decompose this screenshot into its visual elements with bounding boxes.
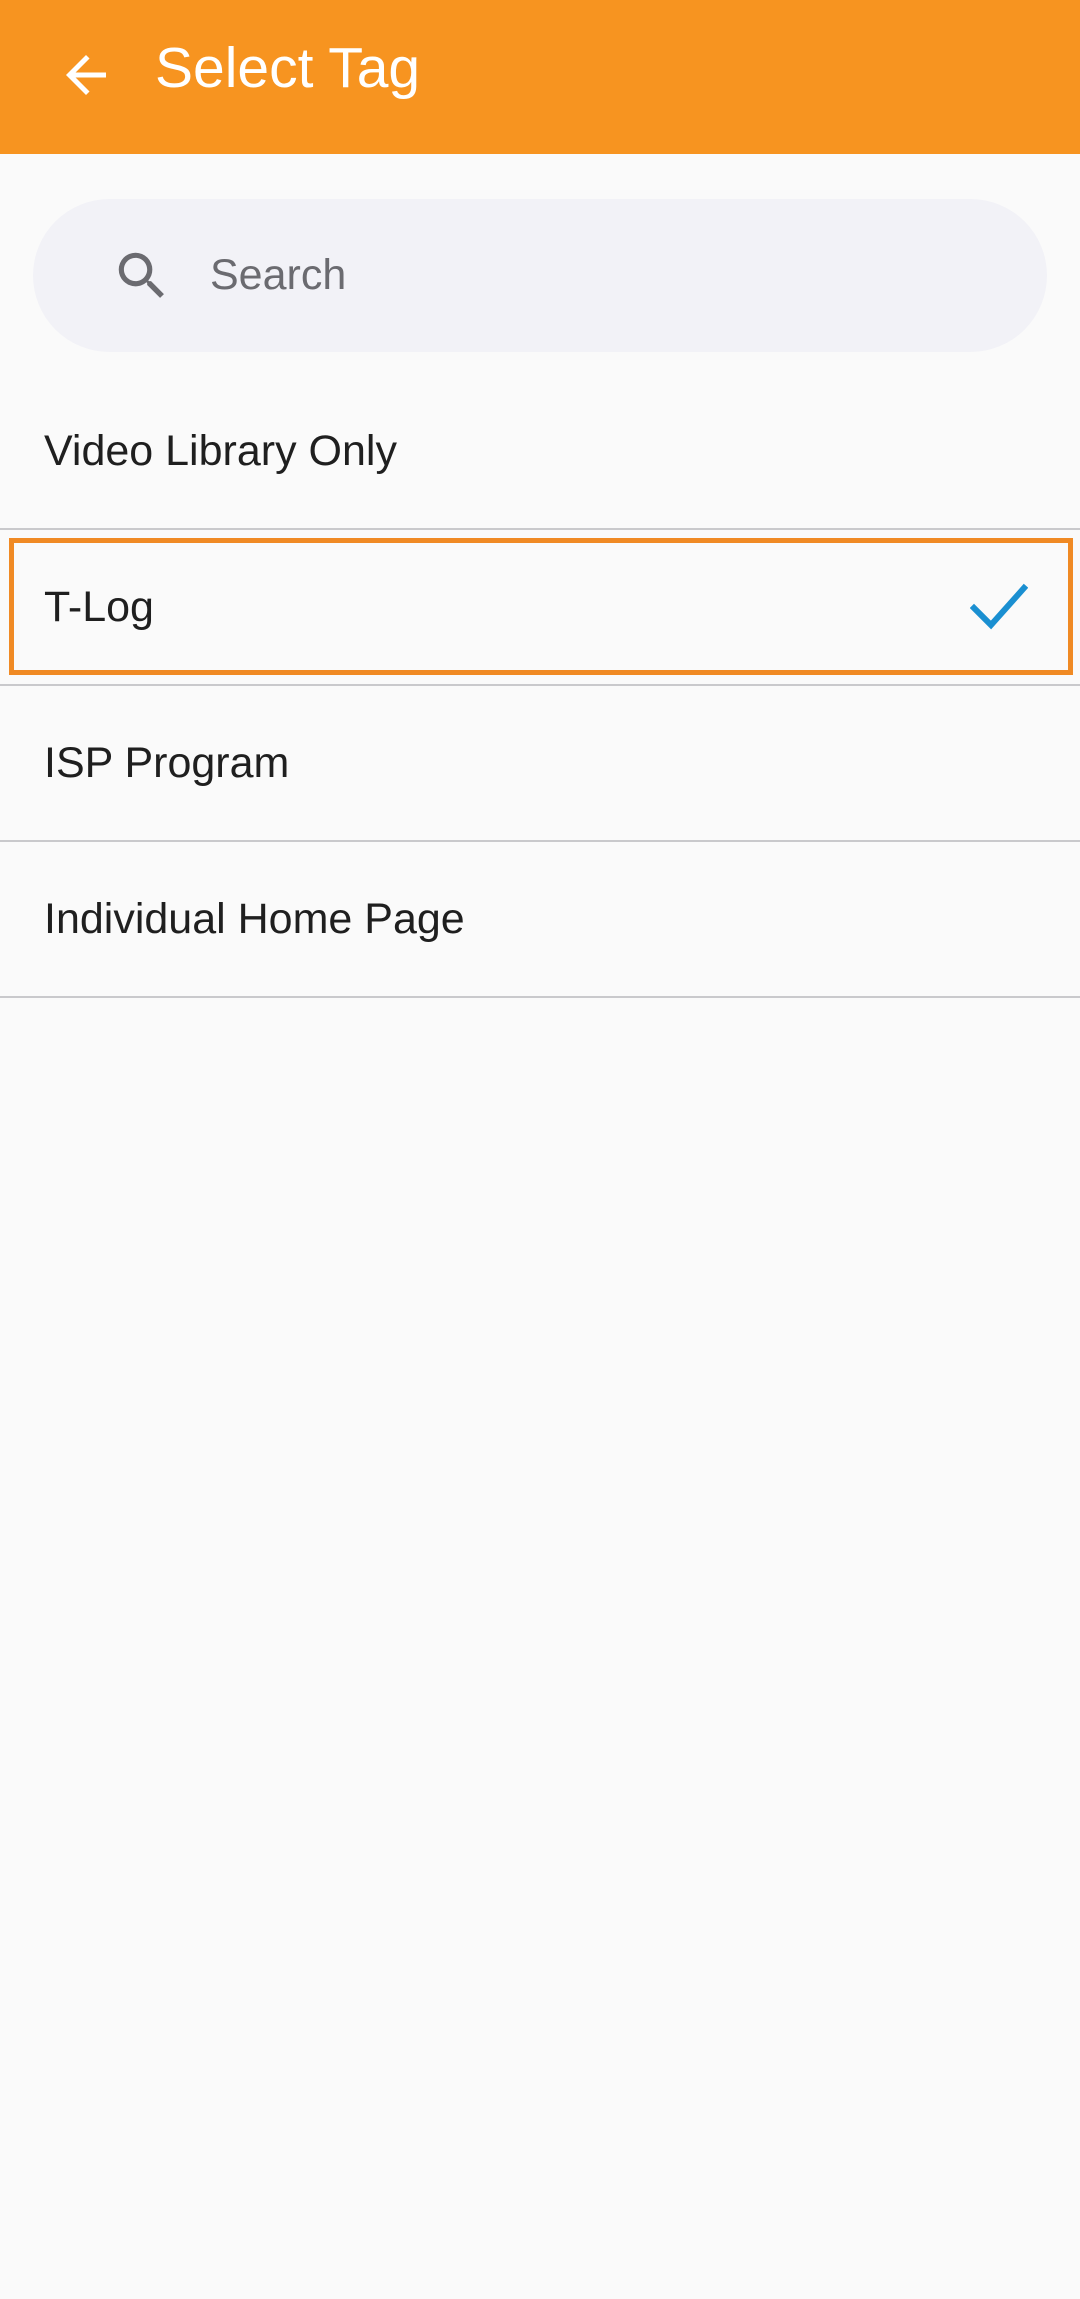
list-item-individual-home-page[interactable]: Individual Home Page [0, 842, 1080, 998]
list-item-isp-program[interactable]: ISP Program [0, 686, 1080, 842]
check-icon [969, 580, 1029, 634]
app-bar: Select Tag [0, 0, 1080, 154]
search-input[interactable] [177, 199, 1017, 352]
back-button[interactable] [36, 27, 136, 127]
page-title: Select Tag [155, 36, 421, 100]
search-bar[interactable] [33, 199, 1047, 352]
list-item-label: ISP Program [44, 739, 290, 787]
list-item-t-log[interactable]: T-Log [0, 530, 1080, 686]
search-icon [111, 245, 173, 307]
list-item-video-library-only[interactable]: Video Library Only [0, 374, 1080, 530]
list-item-label: Video Library Only [44, 427, 397, 475]
tag-list: Video Library Only T-Log ISP Program Ind… [0, 374, 1080, 998]
arrow-left-icon [56, 45, 116, 110]
list-item-label: T-Log [44, 583, 154, 631]
list-item-label: Individual Home Page [44, 895, 465, 943]
